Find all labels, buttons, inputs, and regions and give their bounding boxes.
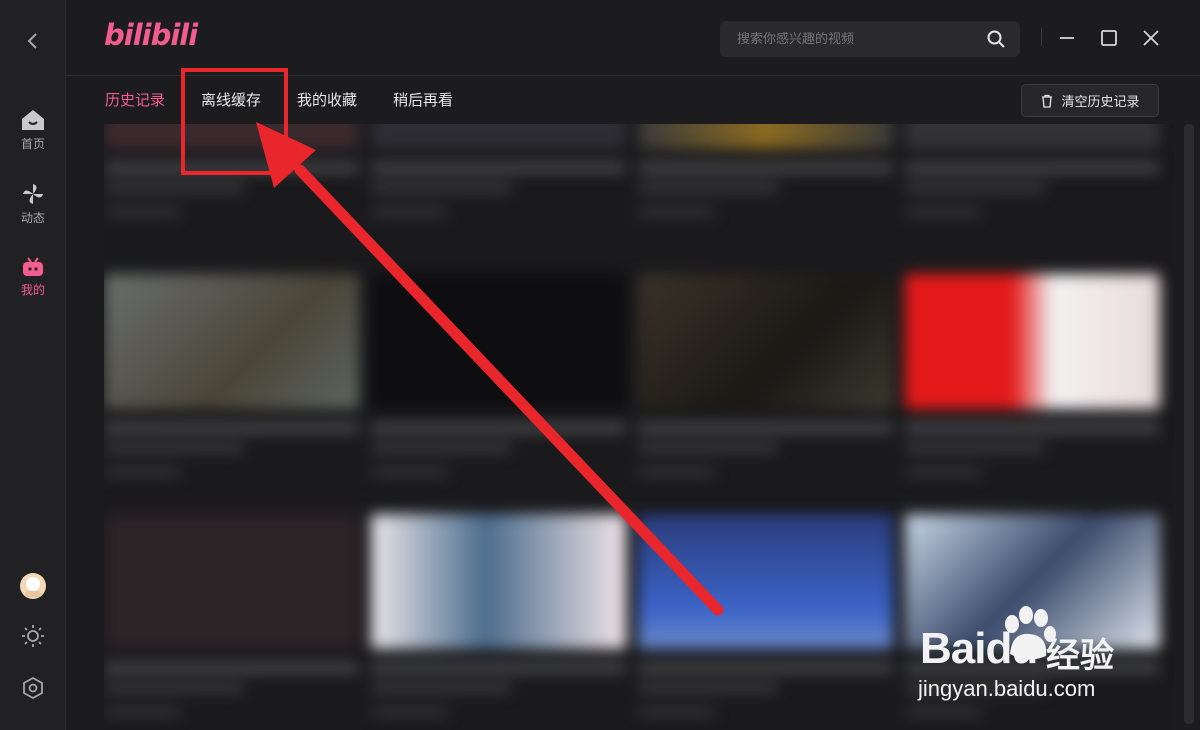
video-card[interactable] [371,274,626,477]
sun-icon [22,625,44,647]
video-card[interactable] [104,514,359,717]
settings-button[interactable] [0,676,66,700]
pinwheel-icon [23,184,43,204]
watermark-jingyan: 经验 [1046,636,1114,676]
rail-dynamic-label: 动态 [20,211,45,225]
watermark-brand: Baidu [920,624,1038,673]
rail-item-home[interactable]: 首页 [0,108,66,152]
theme-toggle-button[interactable] [0,624,66,648]
tab-favorites[interactable]: 我的收藏 [297,86,357,116]
maximize-button[interactable] [1097,26,1121,50]
video-card[interactable] [638,124,893,217]
close-icon [1143,30,1159,46]
clear-history-label: 清空历史记录 [1061,95,1140,110]
watermark-url: jingyan.baidu.com [918,676,1096,701]
top-header: bilibili [66,0,1200,76]
tab-bar: 历史记录 离线缓存 我的收藏 稍后再看 [105,86,489,116]
video-card[interactable] [638,514,893,717]
settings-icon [23,676,43,700]
annotation-highlight-box [181,68,288,175]
video-card[interactable] [905,124,1160,217]
maximize-icon [1101,30,1117,46]
tab-history[interactable]: 历史记录 [105,86,165,116]
rail-home-label: 首页 [20,137,45,151]
bilibili-logo: bilibili [104,18,198,52]
chevron-left-icon [27,33,37,49]
home-icon [22,110,44,130]
minimize-icon [1060,37,1074,39]
tab-watch-later[interactable]: 稍后再看 [393,86,453,116]
video-card[interactable] [371,124,626,217]
scrollbar[interactable] [1184,124,1194,724]
trash-icon [1042,94,1053,108]
minimize-button[interactable] [1055,26,1079,50]
rail-item-dynamic[interactable]: 动态 [0,182,66,226]
left-rail: 首页 动态 我的 [0,0,66,730]
search-input[interactable] [737,31,977,47]
window-controls-separator [1041,28,1042,46]
close-button[interactable] [1139,26,1163,50]
video-card[interactable] [638,274,893,477]
avatar[interactable] [0,572,66,600]
clear-history-button[interactable]: 清空历史记录 [1021,84,1159,117]
back-button[interactable] [20,28,46,54]
video-card[interactable] [371,514,626,717]
video-card[interactable] [104,274,359,477]
search-icon[interactable] [986,29,1006,49]
baidu-jingyan-watermark: Baidu 经验 jingyan.baidu.com [918,606,1138,706]
search-box[interactable] [720,21,1020,57]
video-card[interactable] [905,274,1160,477]
tv-icon [23,257,43,276]
rail-mine-label: 我的 [20,283,45,297]
rail-item-mine[interactable]: 我的 [0,256,66,298]
